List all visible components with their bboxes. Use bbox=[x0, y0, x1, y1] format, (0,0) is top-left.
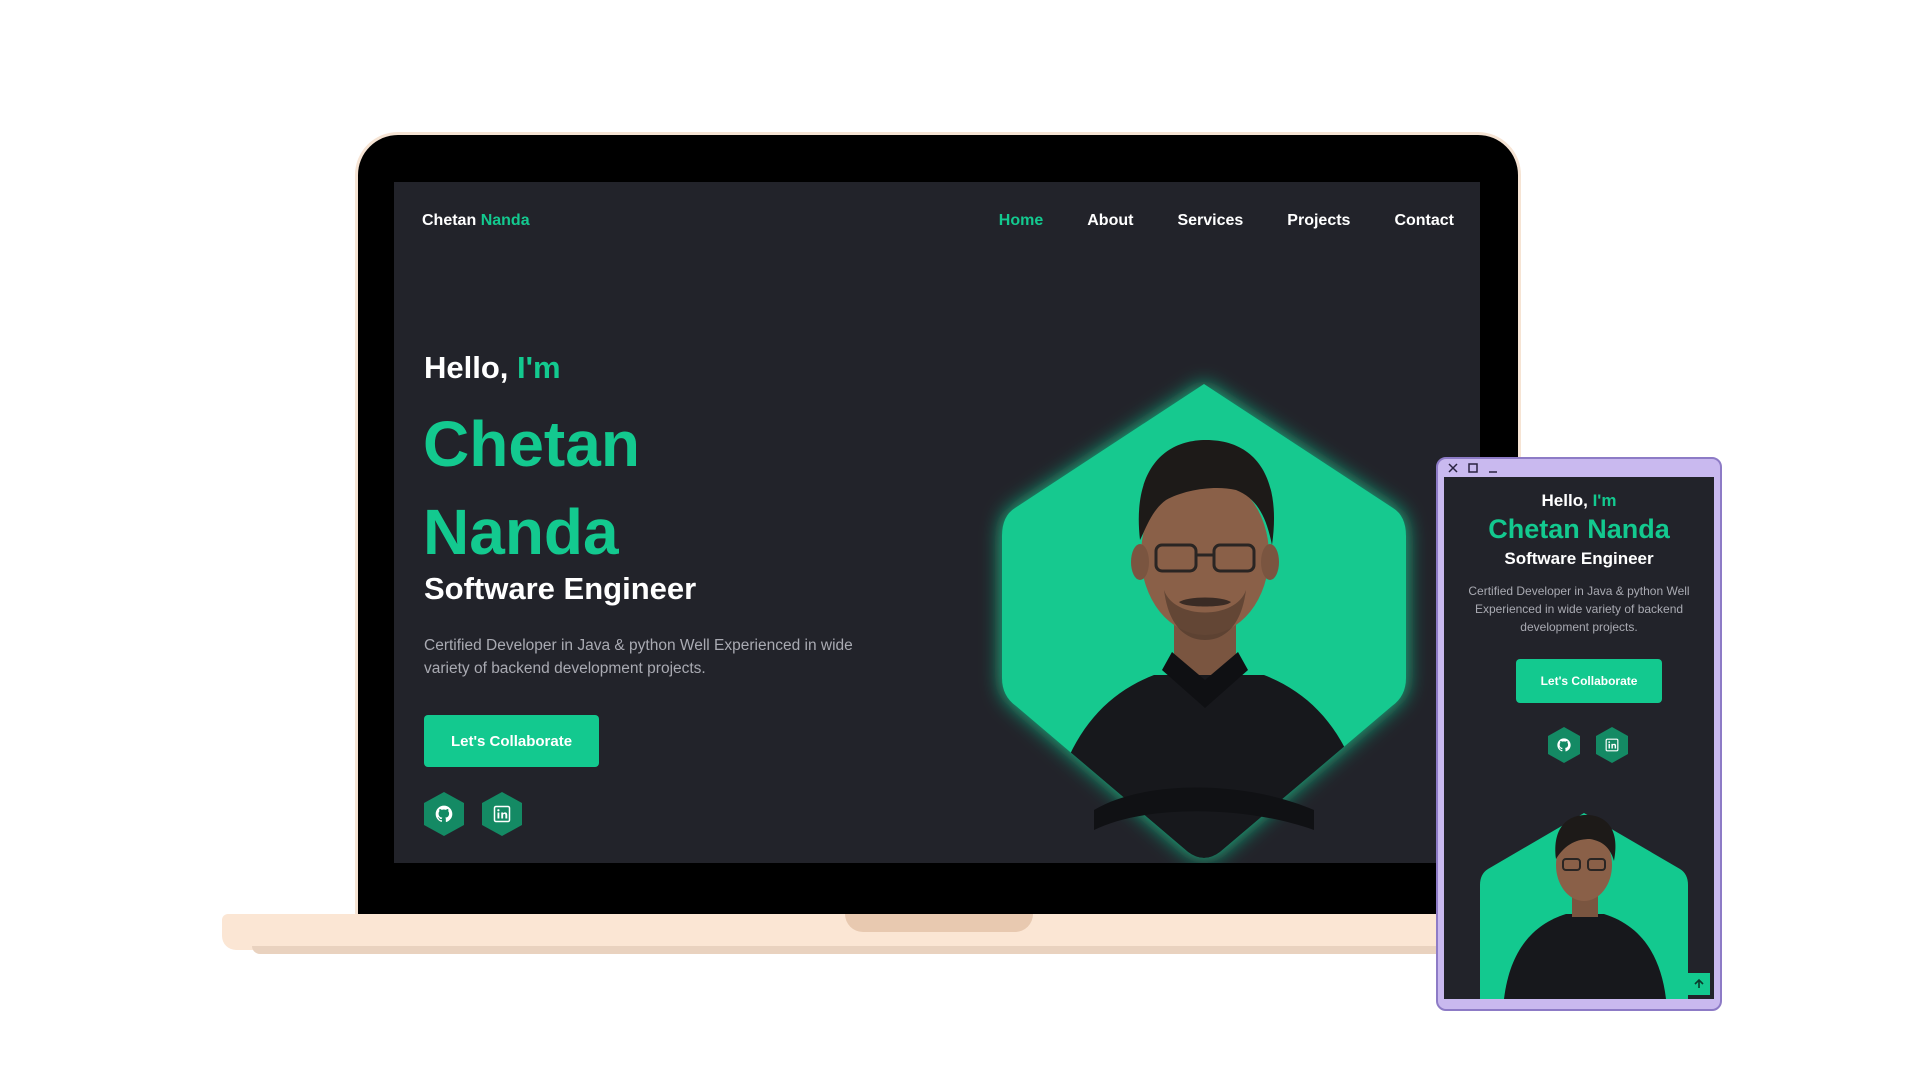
mobile-hero-description: Certified Developer in Java & python Wel… bbox=[1468, 584, 1690, 634]
site-logo[interactable]: Chetan Nanda bbox=[422, 212, 530, 230]
maximize-icon bbox=[1468, 463, 1478, 473]
window-maximize[interactable] bbox=[1467, 462, 1479, 474]
linkedin-icon bbox=[1605, 738, 1619, 752]
logo-last-name: Nanda bbox=[480, 212, 530, 229]
logo-first-name: Chetan bbox=[422, 212, 477, 229]
hero-name-line-2: Nanda bbox=[423, 496, 619, 568]
window-titlebar bbox=[1438, 459, 1720, 477]
mobile-hero-greeting: Hello, I'm bbox=[1444, 491, 1714, 511]
mobile-profile-portrait bbox=[1480, 813, 1688, 999]
profile-portrait bbox=[1002, 384, 1406, 858]
nav-link-projects[interactable]: Projects bbox=[1287, 212, 1350, 230]
nav-link-services[interactable]: Services bbox=[1177, 212, 1243, 230]
desktop-site-screen: Chetan Nanda Home About Services Project… bbox=[394, 182, 1480, 863]
hero-greeting: Hello, I'm bbox=[424, 350, 561, 386]
github-icon bbox=[1557, 738, 1571, 752]
mobile-lets-collaborate-button[interactable]: Let's Collaborate bbox=[1516, 659, 1662, 703]
hero-hello-text: Hello, bbox=[424, 350, 509, 385]
hero-description: Certified Developer in Java & python Wel… bbox=[424, 637, 853, 677]
hero-name-line-1: Chetan bbox=[423, 408, 640, 480]
linkedin-icon bbox=[493, 805, 511, 823]
window-minimize[interactable] bbox=[1487, 462, 1499, 474]
mobile-hero-role: Software Engineer bbox=[1504, 549, 1654, 568]
nav-link-home[interactable]: Home bbox=[999, 212, 1043, 230]
mobile-site-screen: Hello, I'm Chetan Nanda Software Enginee… bbox=[1444, 477, 1714, 999]
mobile-im-text: I'm bbox=[1592, 491, 1617, 510]
mobile-linkedin-link[interactable] bbox=[1596, 727, 1628, 763]
hero-name: Chetan Nanda bbox=[423, 400, 823, 576]
github-link[interactable] bbox=[424, 792, 464, 836]
mobile-preview-window: Hello, I'm Chetan Nanda Software Enginee… bbox=[1436, 457, 1722, 1011]
linkedin-link[interactable] bbox=[482, 792, 522, 836]
scroll-to-top-button[interactable] bbox=[1688, 973, 1710, 995]
lets-collaborate-button[interactable]: Let's Collaborate bbox=[424, 715, 599, 767]
main-nav: Home About Services Projects Contact bbox=[999, 212, 1454, 230]
nav-link-about[interactable]: About bbox=[1087, 212, 1133, 230]
nav-link-contact[interactable]: Contact bbox=[1394, 212, 1454, 230]
mobile-github-link[interactable] bbox=[1548, 727, 1580, 763]
close-icon bbox=[1448, 463, 1458, 473]
mobile-hero-name: Chetan Nanda bbox=[1488, 514, 1670, 544]
laptop-notch bbox=[845, 914, 1033, 932]
github-icon bbox=[435, 805, 453, 823]
mobile-hello-text: Hello, bbox=[1541, 491, 1588, 510]
minimize-icon bbox=[1489, 471, 1497, 473]
arrow-up-icon bbox=[1694, 978, 1704, 988]
window-close[interactable] bbox=[1447, 462, 1459, 474]
hero-role: Software Engineer bbox=[424, 571, 697, 606]
hero-im-text: I'm bbox=[517, 350, 561, 385]
